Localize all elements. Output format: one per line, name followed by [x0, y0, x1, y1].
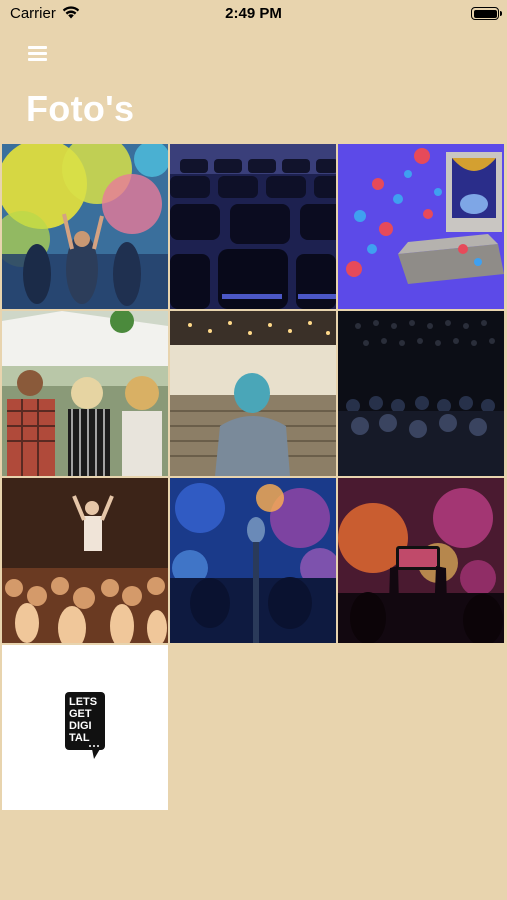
auditorium-photo: [170, 311, 336, 476]
theater-audience-photo: [338, 311, 504, 476]
logo-line-4: TAL: [69, 732, 90, 744]
photo-tile[interactable]: [338, 144, 504, 309]
festival-audience-photo: [2, 311, 168, 476]
microphone-photo: [170, 478, 336, 643]
logo-line-3: DIGI: [69, 720, 92, 732]
clock: 2:49 PM: [225, 5, 282, 22]
battery-icon: [471, 7, 502, 20]
bottom-background: [0, 812, 507, 900]
photo-tile[interactable]: [2, 478, 168, 643]
photo-tile[interactable]: [338, 311, 504, 476]
logo-line-2: GET: [69, 708, 92, 720]
photo-tile[interactable]: [170, 144, 336, 309]
status-bar: Carrier 2:49 PM: [0, 0, 507, 30]
concert-crowd-photo: [2, 478, 168, 643]
photo-tile[interactable]: [170, 311, 336, 476]
logo-line-1: LETS: [69, 696, 97, 708]
photo-tile[interactable]: [338, 478, 504, 643]
photo-tile[interactable]: LETS GET DIGI TAL: [2, 645, 168, 810]
phone-concert-photo: [338, 478, 504, 643]
photo-tile[interactable]: [170, 478, 336, 643]
color-festival-photo: [2, 144, 168, 309]
lets-get-digital-logo: LETS GET DIGI TAL: [2, 645, 168, 810]
photo-tile[interactable]: [2, 311, 168, 476]
social-media-stage-illustration: [338, 144, 504, 309]
photo-tile[interactable]: [2, 144, 168, 309]
hamburger-menu-icon[interactable]: [28, 44, 48, 62]
page-title: Foto's: [26, 88, 135, 129]
conference-chairs-photo: [170, 144, 336, 309]
